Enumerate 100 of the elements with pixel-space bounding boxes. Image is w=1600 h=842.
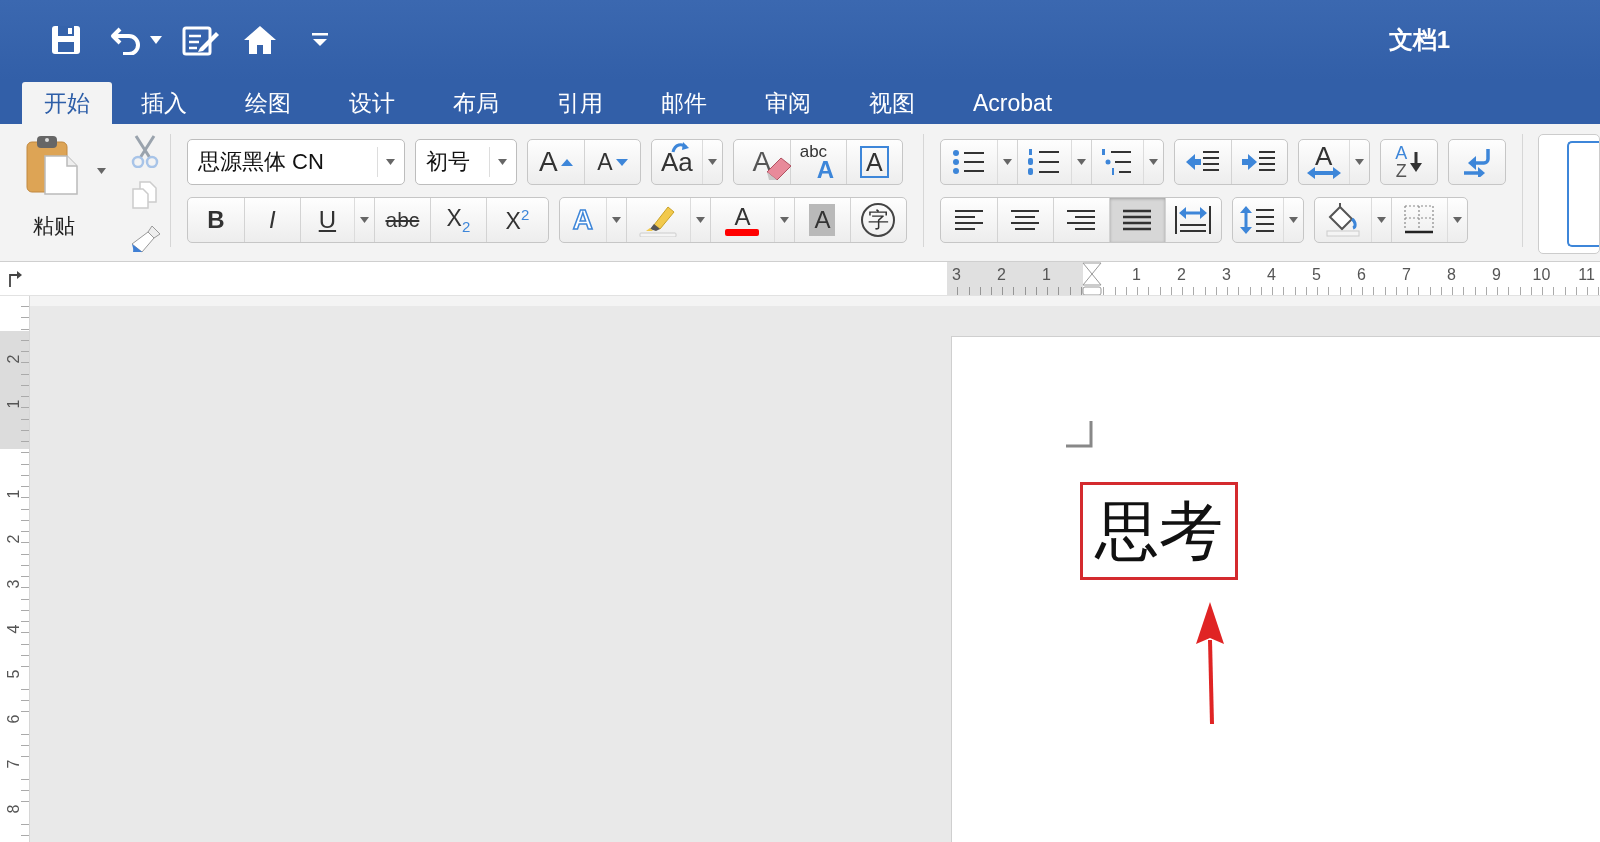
ruler-number: 7 <box>1402 266 1411 283</box>
change-case-button[interactable]: Aa <box>651 140 702 184</box>
align-center-icon <box>1010 209 1041 231</box>
bullet-list-icon <box>951 149 986 175</box>
distributed-icon <box>1174 205 1213 235</box>
grow-font-button[interactable]: A <box>527 140 584 184</box>
ruler-number: 2 <box>5 354 24 363</box>
caret-icon[interactable] <box>150 36 162 44</box>
indent-marker-icon[interactable] <box>1080 262 1103 295</box>
ruler-number: 5 <box>1312 266 1321 283</box>
bold-button[interactable]: B <box>187 198 244 242</box>
caret-icon <box>1288 217 1298 223</box>
customize-toolbar-icon[interactable] <box>312 33 328 47</box>
caret-icon <box>611 217 621 223</box>
ruler-number: 6 <box>5 714 24 723</box>
down-arrow-icon <box>1410 152 1423 172</box>
caret-icon <box>1076 159 1086 165</box>
line-spacing-icon <box>1239 205 1276 235</box>
character-scaling-button[interactable]: A <box>1298 140 1349 184</box>
subscript-button[interactable]: X$_{2}$ <box>429 198 486 242</box>
ribbon-tab[interactable]: 设计 <box>320 82 424 124</box>
ribbon-tab[interactable]: 插入 <box>112 82 216 124</box>
ruler-number: 6 <box>1357 266 1366 283</box>
document-title: 文档1 <box>1388 25 1450 55</box>
ruler-number: 8 <box>5 804 24 813</box>
align-right-icon <box>1066 209 1097 231</box>
sort-button[interactable]: A Z <box>1380 140 1437 184</box>
superscript-button[interactable]: X$^{2}$ <box>485 198 548 242</box>
caret-icon <box>695 217 705 223</box>
caret-icon <box>707 159 717 165</box>
ribbon-tab[interactable]: 开始 <box>22 82 112 124</box>
margin-corner-mark <box>1066 421 1093 448</box>
character-shading-button[interactable]: A <box>793 198 850 242</box>
shrink-font-button[interactable]: A <box>583 140 640 184</box>
ruler-number: 5 <box>5 669 24 678</box>
styles-gallery[interactable] <box>1538 134 1600 254</box>
ruler-number: 11 <box>1578 266 1595 283</box>
ribbon-tab[interactable]: 绘图 <box>216 82 320 124</box>
justify-button[interactable] <box>1108 198 1165 242</box>
phonetic-guide-button[interactable]: abc A <box>789 140 846 184</box>
highlighted-text: 思考 <box>1080 482 1238 580</box>
italic-button[interactable]: I <box>243 198 300 242</box>
font-color-button[interactable]: A <box>709 198 774 242</box>
edit-document-icon[interactable] <box>182 24 220 56</box>
ruler-number: 10 <box>1532 266 1551 283</box>
caret-icon <box>1354 159 1364 165</box>
tab-stop-icon[interactable] <box>8 270 22 287</box>
ruler-number: 4 <box>5 624 24 633</box>
caret-icon <box>386 159 396 165</box>
caret-icon <box>1002 159 1012 165</box>
ruler-number: 3 <box>952 266 961 283</box>
strikethrough-button[interactable]: abc <box>373 198 430 242</box>
caret-icon <box>1452 217 1462 223</box>
caret-icon <box>1148 159 1158 165</box>
document-page[interactable]: 思考 <box>951 336 1600 842</box>
borders-icon <box>1403 204 1436 236</box>
ruler-number: 7 <box>5 759 24 768</box>
enclose-characters-button[interactable]: 字 <box>849 198 906 242</box>
clear-formatting-button[interactable]: A <box>733 140 790 184</box>
ruler-number: 2 <box>997 266 1006 283</box>
font-size-field[interactable]: 初号 <box>414 139 517 185</box>
ruler-number: 8 <box>1447 266 1456 283</box>
ribbon-tab[interactable]: Acrobat <box>944 82 1082 124</box>
ruler-number: 4 <box>1267 266 1276 283</box>
ruler-number: 2 <box>5 534 24 543</box>
home-icon[interactable] <box>242 24 278 56</box>
vertical-ruler[interactable]: 2 1 1 2 3 4 5 6 7 8 <box>0 296 30 842</box>
ruler-number: 9 <box>1492 266 1501 283</box>
paint-bucket-icon <box>1325 203 1360 237</box>
caret-icon <box>779 217 789 223</box>
caret-icon <box>97 168 106 174</box>
numbered-list-icon <box>1027 148 1062 176</box>
underline-button[interactable]: U <box>299 198 354 242</box>
double-arrow-icon <box>1306 167 1341 179</box>
paste-button[interactable]: 粘贴 <box>25 134 83 236</box>
caret-icon <box>498 159 508 165</box>
curved-arrow-icon <box>671 140 689 153</box>
align-left-icon <box>953 209 984 231</box>
ribbon-tab[interactable]: 视图 <box>840 82 944 124</box>
save-icon[interactable] <box>50 24 82 56</box>
ribbon-tab[interactable]: 布局 <box>424 82 528 124</box>
caret-icon <box>359 217 369 223</box>
horizontal-ruler[interactable]: 3 2 1 1 2 3 4 5 6 7 8 9 10 11 <box>947 262 1600 295</box>
character-border-button[interactable]: A <box>845 140 902 184</box>
ruler-number: 3 <box>1222 266 1231 283</box>
ribbon-tab[interactable]: 引用 <box>528 82 632 124</box>
ribbon-tab[interactable]: 邮件 <box>632 82 736 124</box>
multilevel-list-icon <box>1101 148 1134 176</box>
ruler-number: 1 <box>5 399 24 408</box>
ruler-number: 1 <box>5 489 24 498</box>
ruler-number: 3 <box>5 579 24 588</box>
justify-icon <box>1122 209 1153 231</box>
triangle-up-icon <box>560 158 573 166</box>
triangle-down-icon <box>615 158 628 166</box>
font-name-field[interactable]: 思源黑体 CN <box>186 139 405 185</box>
caret-icon <box>1376 217 1386 223</box>
ruler-number: 1 <box>1042 266 1051 283</box>
ribbon-tab[interactable]: 审阅 <box>736 82 840 124</box>
ruler-number: 1 <box>1132 266 1141 283</box>
ruler-number: 2 <box>1177 266 1186 283</box>
